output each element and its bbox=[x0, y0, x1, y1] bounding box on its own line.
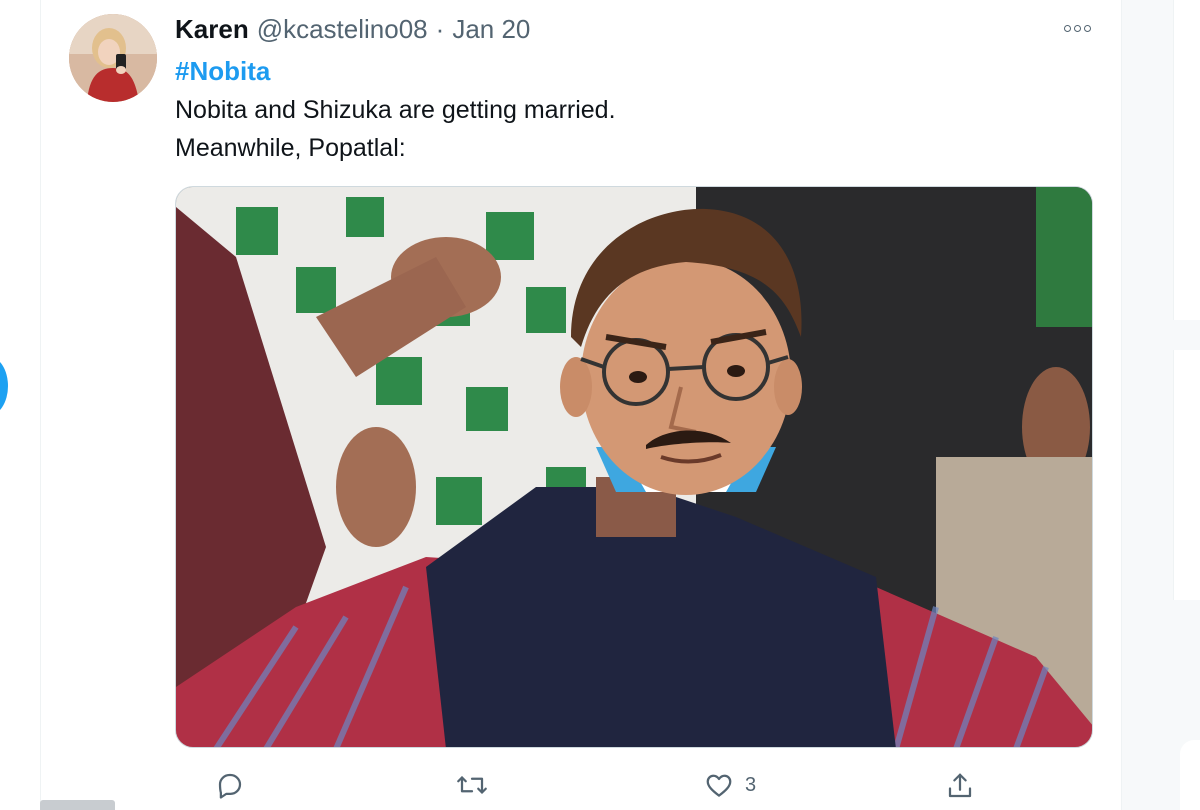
share-button[interactable] bbox=[945, 770, 985, 802]
author-handle[interactable]: @kcastelino08 bbox=[257, 14, 428, 45]
like-icon bbox=[706, 774, 732, 797]
more-icon[interactable] bbox=[1061, 20, 1093, 36]
right-sidebar-card bbox=[1173, 0, 1200, 320]
left-sidebar-gutter bbox=[0, 0, 40, 810]
share-icon bbox=[948, 773, 972, 798]
bottom-scroll-indicator bbox=[40, 800, 115, 810]
tweet-media-image[interactable] bbox=[175, 186, 1093, 748]
avatar[interactable] bbox=[69, 14, 157, 102]
reply-button[interactable] bbox=[215, 770, 255, 800]
right-sidebar-card bbox=[1173, 350, 1200, 600]
tweet-date[interactable]: Jan 20 bbox=[452, 14, 530, 45]
tweet-card[interactable]: Karen @kcastelino08 · Jan 20 #Nobita Nob… bbox=[40, 0, 1122, 810]
retweet-icon bbox=[457, 776, 487, 794]
tweet-text-line-2: Meanwhile, Popatlal: bbox=[175, 134, 406, 162]
reply-icon bbox=[218, 773, 242, 799]
like-button[interactable]: 3 bbox=[703, 770, 756, 800]
tweet-actions: 3 bbox=[175, 770, 972, 810]
tweet-text-line-1: Nobita and Shizuka are getting married. bbox=[175, 96, 616, 124]
header-separator: · bbox=[435, 14, 445, 44]
author-name[interactable]: Karen bbox=[175, 14, 249, 45]
tweet-header: Karen @kcastelino08 · Jan 20 bbox=[175, 14, 530, 45]
hashtag-link[interactable]: #Nobita bbox=[175, 56, 270, 87]
retweet-button[interactable] bbox=[455, 770, 499, 800]
right-sidebar-card bbox=[1180, 740, 1200, 810]
like-count: 3 bbox=[745, 773, 757, 796]
